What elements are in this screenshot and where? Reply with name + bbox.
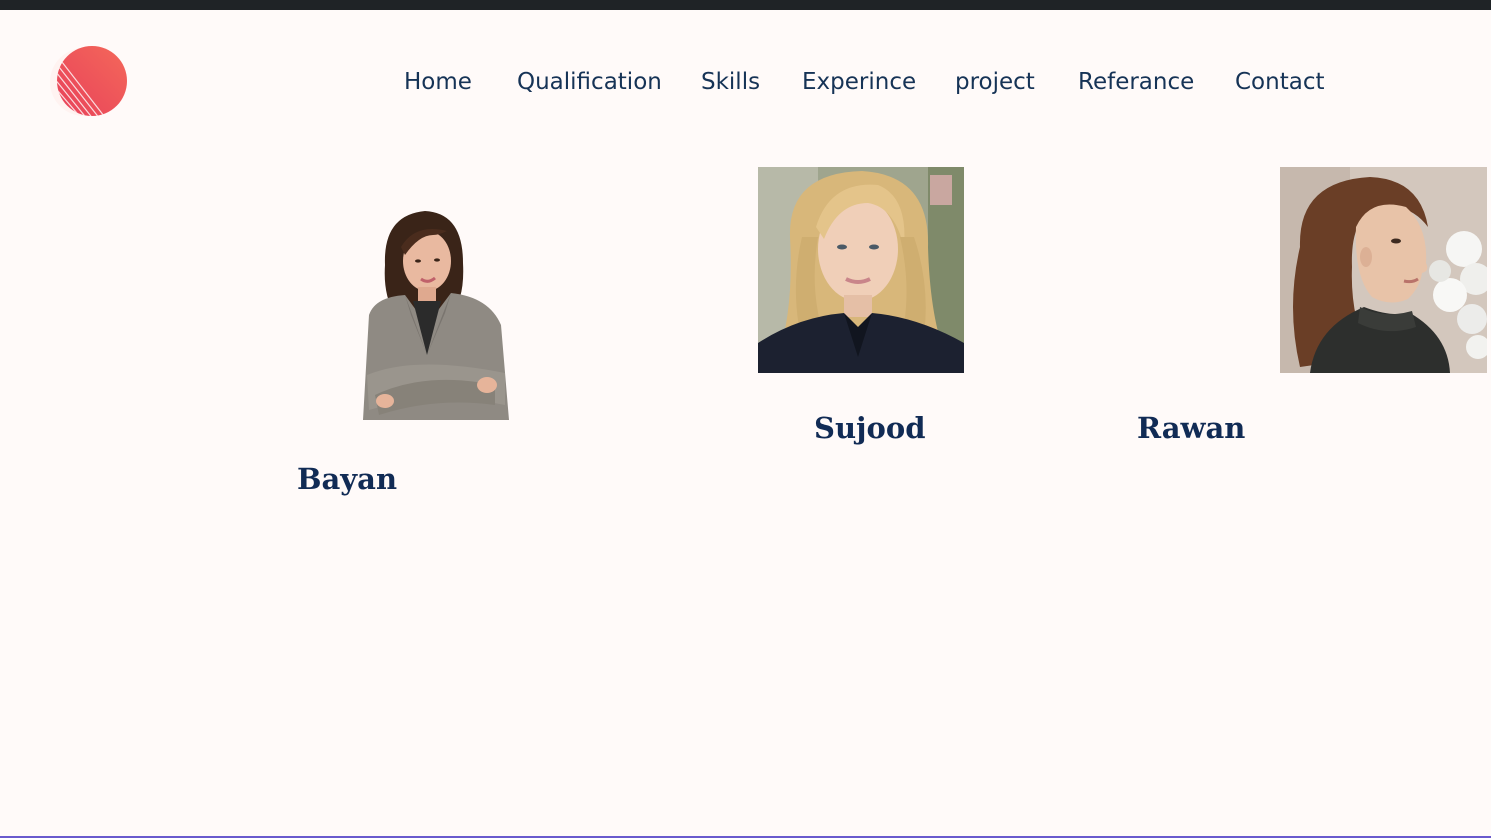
nav-item-project[interactable]: project — [955, 64, 1035, 100]
logo-icon[interactable] — [42, 44, 128, 120]
nav-item-contact[interactable]: Contact — [1235, 64, 1324, 100]
top-strip — [0, 0, 1491, 10]
nav-item-experince[interactable]: Experince — [802, 64, 916, 100]
person-photo-sujood — [758, 167, 964, 373]
person-name-sujood: Sujood — [814, 411, 926, 445]
person-photo-bayan — [355, 205, 515, 427]
person-name-bayan: Bayan — [297, 462, 398, 496]
person-photo-rawan — [1280, 167, 1487, 373]
nav-item-qualification[interactable]: Qualification — [517, 64, 662, 100]
person-name-rawan: Rawan — [1137, 411, 1246, 445]
nav-item-skills[interactable]: Skills — [701, 64, 760, 100]
nav-item-home[interactable]: Home — [404, 64, 472, 100]
nav-item-referance[interactable]: Referance — [1078, 64, 1194, 100]
